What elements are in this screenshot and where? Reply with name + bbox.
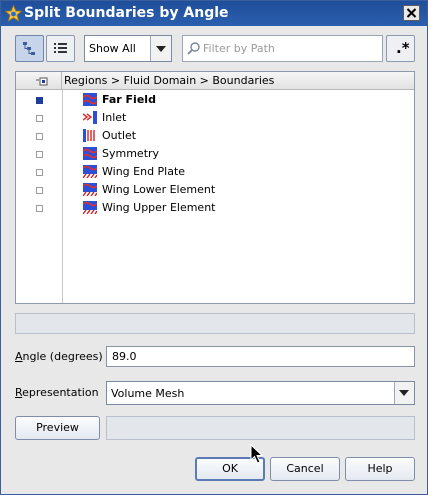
tree-row-far-field[interactable]: Far Field bbox=[16, 91, 414, 109]
pressure-outlet-icon bbox=[83, 129, 95, 142]
row-label: Wing Lower Element bbox=[102, 183, 216, 196]
tree-row-wing-lower-element[interactable]: Wing Lower Element bbox=[16, 181, 414, 199]
close-button[interactable] bbox=[403, 5, 420, 21]
dropdown-arrow[interactable] bbox=[150, 36, 171, 61]
row-label: Symmetry bbox=[102, 147, 160, 160]
window-title: Split Boundaries by Angle bbox=[24, 5, 229, 21]
select-all-column[interactable] bbox=[16, 72, 62, 89]
regex-label: .* bbox=[396, 39, 410, 57]
row-checkbox[interactable] bbox=[36, 187, 43, 194]
representation-dropdown[interactable]: Volume Mesh bbox=[106, 381, 415, 405]
chevron-down-icon bbox=[156, 46, 166, 52]
row-checkbox[interactable] bbox=[36, 133, 43, 140]
row-label: Wing Upper Element bbox=[102, 201, 216, 214]
search-icon bbox=[187, 42, 200, 55]
tree-row-symmetry[interactable]: Symmetry bbox=[16, 145, 414, 163]
preview-status-bar bbox=[106, 416, 415, 440]
list-view-icon bbox=[54, 43, 67, 53]
angle-field[interactable] bbox=[106, 346, 415, 367]
select-all-icon bbox=[36, 77, 48, 86]
freestream-boundary-icon bbox=[83, 93, 97, 106]
show-filter-dropdown[interactable]: Show All bbox=[84, 35, 172, 62]
wall-boundary-icon bbox=[83, 183, 97, 196]
row-label: Wing End Plate bbox=[102, 165, 186, 178]
title-bar[interactable]: Split Boundaries by Angle bbox=[1, 1, 427, 26]
help-button[interactable]: Help bbox=[345, 457, 415, 481]
row-checkbox[interactable] bbox=[36, 115, 43, 122]
filter-by-path-input[interactable]: Filter by Path bbox=[182, 35, 383, 62]
tree-view-icon bbox=[23, 42, 35, 55]
list-view-button[interactable] bbox=[46, 35, 75, 62]
regex-toggle-button[interactable]: .* bbox=[386, 35, 415, 62]
row-checkbox[interactable] bbox=[36, 205, 43, 212]
filter-placeholder: Filter by Path bbox=[203, 42, 275, 55]
preview-button[interactable]: Preview bbox=[15, 416, 100, 440]
dialog-window: Split Boundaries by Angle Show All Filte… bbox=[0, 0, 428, 495]
angle-input[interactable] bbox=[107, 347, 414, 366]
representation-label: Representation bbox=[15, 386, 99, 399]
tree-header: Regions > Fluid Domain > Boundaries bbox=[16, 72, 414, 90]
show-filter-value: Show All bbox=[89, 42, 136, 55]
tree-row-outlet[interactable]: Outlet bbox=[16, 127, 414, 145]
mouse-cursor-icon bbox=[250, 444, 264, 464]
dialog-body: Show All Filter by Path .* Regions > Flu… bbox=[1, 26, 427, 494]
tree-view-button[interactable] bbox=[15, 35, 44, 62]
star-ccm-app-icon bbox=[5, 5, 22, 22]
chevron-down-icon bbox=[399, 390, 409, 396]
dropdown-arrow[interactable] bbox=[394, 382, 414, 404]
selection-status-bar bbox=[15, 313, 415, 334]
row-label: Outlet bbox=[102, 129, 137, 142]
row-checkbox[interactable] bbox=[36, 97, 43, 104]
wall-boundary-icon bbox=[83, 165, 97, 178]
boundaries-tree: Regions > Fluid Domain > Boundaries Far … bbox=[15, 71, 415, 304]
symmetry-plane-icon bbox=[83, 147, 97, 160]
velocity-inlet-icon bbox=[83, 111, 97, 124]
tree-row-inlet[interactable]: Inlet bbox=[16, 109, 414, 127]
angle-label: Angle (degrees) bbox=[15, 350, 103, 363]
row-checkbox[interactable] bbox=[36, 151, 43, 158]
close-icon bbox=[406, 8, 417, 18]
row-label: Inlet bbox=[102, 111, 127, 124]
tree-row-wing-end-plate[interactable]: Wing End Plate bbox=[16, 163, 414, 181]
tree-row-wing-upper-element[interactable]: Wing Upper Element bbox=[16, 199, 414, 217]
cancel-button[interactable]: Cancel bbox=[270, 457, 340, 481]
row-label: Far Field bbox=[102, 93, 156, 106]
wall-boundary-icon bbox=[83, 201, 97, 214]
row-checkbox[interactable] bbox=[36, 169, 43, 176]
tree-path: Regions > Fluid Domain > Boundaries bbox=[64, 74, 275, 87]
representation-value: Volume Mesh bbox=[111, 387, 185, 400]
